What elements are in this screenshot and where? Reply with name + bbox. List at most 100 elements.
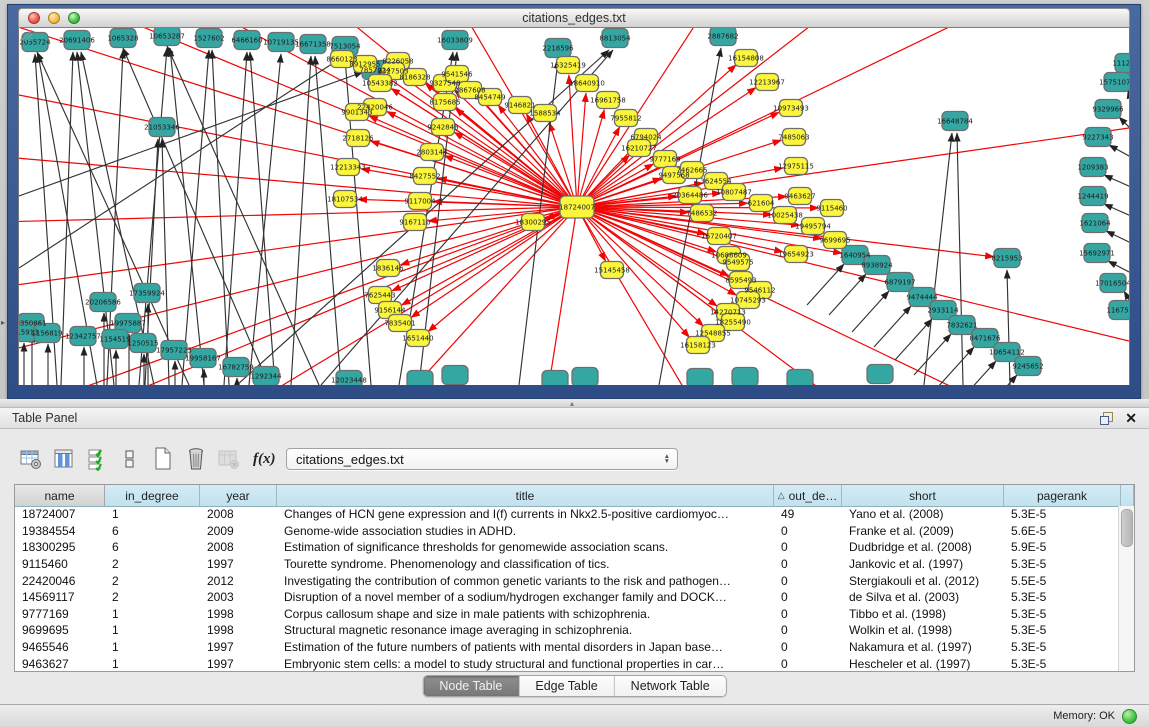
splitter-handle-icon[interactable]: ▴ [570, 399, 574, 408]
table-row[interactable]: 1872400712008Changes of HCN gene express… [15, 506, 1119, 523]
table-row[interactable]: 977716911998Corpus callosum shape and si… [15, 606, 1119, 623]
graph-node[interactable] [732, 368, 758, 386]
graph-node[interactable] [787, 370, 813, 386]
svg-text:16720407: 16720407 [701, 233, 737, 241]
svg-text:18300295: 18300295 [515, 219, 551, 227]
svg-text:9463627: 9463627 [784, 193, 815, 201]
window-resize-grip[interactable] [19, 28, 33, 42]
svg-text:8215953: 8215953 [991, 255, 1022, 263]
svg-text:1588534: 1588534 [529, 110, 561, 118]
graph-node[interactable] [572, 368, 598, 386]
minimize-window-button[interactable] [48, 12, 60, 24]
column-header-short[interactable]: short [842, 485, 1004, 506]
svg-text:2718126: 2718126 [342, 135, 374, 143]
import-table-disabled-button[interactable] [216, 446, 242, 472]
svg-text:1640954: 1640954 [839, 252, 871, 260]
svg-text:10745293: 10745293 [730, 297, 766, 305]
new-table-button[interactable] [150, 446, 176, 472]
svg-text:6794024: 6794024 [630, 134, 662, 142]
svg-text:1527602: 1527602 [193, 35, 224, 43]
network-svg: 2055724206914061065328106532871527602646… [19, 28, 1130, 385]
window-controls [28, 12, 80, 24]
node-table: namein_degreeyeartitle△out_de…shortpager… [14, 484, 1135, 672]
close-window-button[interactable] [28, 12, 40, 24]
svg-text:1065328: 1065328 [107, 35, 138, 43]
graph-node[interactable] [407, 371, 433, 386]
table-row[interactable]: 946554611997Estimation of the future num… [15, 639, 1119, 656]
tab-network-table[interactable]: Network Table [615, 676, 726, 696]
svg-text:17957223: 17957223 [156, 347, 192, 355]
tab-node-table[interactable]: Node Table [423, 676, 519, 696]
svg-text:9245652: 9245652 [1012, 363, 1043, 371]
graph-node[interactable] [542, 371, 568, 386]
svg-text:16210727: 16210727 [621, 145, 657, 153]
table-row[interactable]: 1938455462009Genome-wide association stu… [15, 523, 1119, 540]
svg-text:9329966: 9329966 [1092, 106, 1124, 114]
table-row[interactable]: 2242004622012Investigating the contribut… [15, 572, 1119, 589]
svg-text:9699695: 9699695 [819, 237, 850, 245]
column-header-year[interactable]: year [200, 485, 277, 506]
table-select-dropdown[interactable]: citations_edges.txt ▲▼ [286, 448, 678, 470]
table-row[interactable]: 1456911722003Disruption of a novel membe… [15, 589, 1119, 606]
svg-text:15145458: 15145458 [594, 267, 630, 275]
svg-text:621604: 621604 [748, 200, 775, 208]
table-columns-button[interactable] [51, 446, 77, 472]
svg-text:10719135: 10719135 [263, 39, 299, 47]
select-rows-button[interactable] [84, 446, 110, 472]
table-vertical-scrollbar[interactable] [1118, 506, 1134, 671]
zoom-window-button[interactable] [68, 12, 80, 24]
column-header-title[interactable]: title [277, 485, 774, 506]
svg-text:10973493: 10973493 [773, 105, 809, 113]
svg-text:10025438: 10025438 [767, 212, 803, 220]
svg-text:12342757: 12342757 [65, 333, 101, 341]
column-header-pagerank[interactable]: pagerank [1004, 485, 1121, 506]
delete-table-button[interactable] [183, 446, 209, 472]
table-row[interactable]: 1830029562008Estimation of significance … [15, 539, 1119, 556]
column-header-in_degree[interactable]: in_degree [105, 485, 200, 506]
table-panel-title: Table Panel [0, 411, 77, 425]
svg-text:18107534: 18107534 [327, 196, 363, 204]
graph-node[interactable] [867, 365, 893, 384]
network-canvas[interactable]: 2055724206914061065328106532871527602646… [18, 28, 1130, 385]
control-panel-collapse-arrow[interactable]: ▸ [1, 318, 5, 327]
network-window-titlebar[interactable]: citations_edges.txt [18, 8, 1130, 28]
scrollbar-thumb[interactable] [1121, 509, 1133, 547]
table-row[interactable]: 946362711997Embryonic stem cells: a mode… [15, 655, 1119, 672]
network-view-window: citations_edges.txt 20557242069140610653… [7, 4, 1141, 399]
svg-text:8938924: 8938924 [861, 262, 893, 270]
row-height-button[interactable] [117, 446, 143, 472]
graph-node[interactable] [687, 369, 713, 386]
svg-text:19958167: 19958167 [185, 355, 221, 363]
svg-text:20206586: 20206586 [85, 299, 121, 307]
table-body: 1872400712008Changes of HCN gene express… [15, 506, 1119, 671]
tab-edge-table[interactable]: Edge Table [519, 676, 614, 696]
svg-text:16033809: 16033809 [437, 37, 473, 45]
svg-text:7513054: 7513054 [329, 43, 361, 51]
svg-text:15692971: 15692971 [1079, 250, 1115, 258]
svg-text:16154808: 16154808 [728, 55, 764, 63]
svg-text:1244419: 1244419 [1077, 193, 1108, 201]
float-panel-icon[interactable] [1100, 412, 1113, 425]
table-row[interactable]: 911546021997Tourette syndrome. Phenomeno… [15, 556, 1119, 573]
panel-splitter[interactable]: ▴ [0, 399, 1149, 408]
svg-text:16158123: 16158123 [680, 342, 716, 350]
graph-node[interactable] [442, 366, 468, 385]
function-builder-button[interactable]: f(x) [253, 451, 276, 468]
table-settings-button[interactable] [18, 446, 44, 472]
svg-text:9167110: 9167110 [399, 219, 430, 227]
svg-text:9146821: 9146821 [504, 102, 535, 110]
table-select-value: citations_edges.txt [296, 452, 404, 467]
svg-text:10654112: 10654112 [989, 349, 1025, 357]
svg-text:8186328: 8186328 [399, 74, 430, 82]
svg-text:16325419: 16325419 [550, 62, 586, 70]
svg-text:12213967: 12213967 [749, 79, 785, 87]
memory-status-indicator [1122, 709, 1137, 724]
svg-text:12975115: 12975115 [778, 163, 814, 171]
svg-text:20364486: 20364486 [672, 192, 708, 200]
svg-text:9115460: 9115460 [816, 205, 847, 213]
svg-text:6879197: 6879197 [884, 279, 915, 287]
column-header-out_de[interactable]: △out_de… [774, 485, 842, 506]
column-header-name[interactable]: name [15, 485, 105, 506]
close-panel-icon[interactable]: ✕ [1125, 412, 1137, 425]
table-row[interactable]: 969969511998Structural magnetic resonanc… [15, 622, 1119, 639]
